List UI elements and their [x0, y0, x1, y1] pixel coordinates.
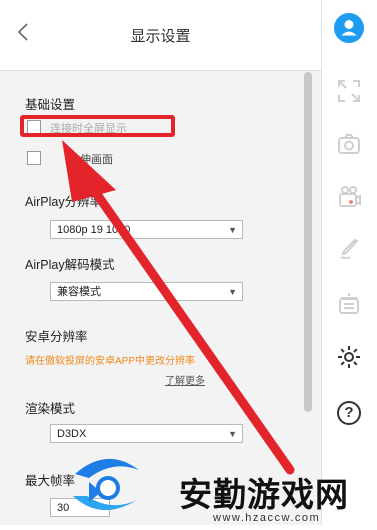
- watermark-url: www.hzaccw.com: [213, 512, 321, 524]
- watermark-text: 安勤游戏网: [179, 476, 349, 513]
- watermark-logo-icon: [73, 458, 139, 511]
- watermark: 安勤游戏网 www.hzaccw.com: [65, 452, 377, 525]
- red-arrow: [62, 140, 295, 475]
